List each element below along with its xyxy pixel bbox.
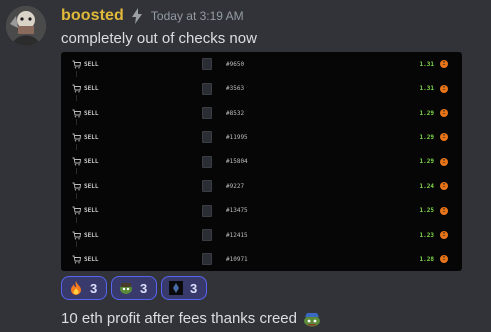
- sale-action: SELL: [84, 182, 99, 190]
- sale-row: SELL #11995 1.29 Ξ: [61, 125, 462, 150]
- sale-price: 1.29: [419, 158, 434, 166]
- chat-message: boosted Today at 3:19 AM completely out …: [0, 0, 491, 332]
- token-id: #13475: [226, 207, 248, 215]
- message-text: completely out of checks now: [61, 30, 257, 47]
- reaction-fire[interactable]: 3: [61, 276, 107, 300]
- pepe-custom-icon: [118, 280, 134, 296]
- nft-thumbnail-icon: [202, 82, 212, 95]
- sale-action: SELL: [84, 231, 99, 239]
- sale-row: SELL #8532 1.29 Ξ: [61, 101, 462, 126]
- sale-price: 1.25: [419, 207, 434, 215]
- nft-custom-icon: [168, 280, 184, 296]
- sale-row: SELL #12415 1.23 Ξ: [61, 223, 462, 248]
- fire-icon: [68, 280, 84, 296]
- eth-coin-icon: Ξ: [440, 182, 448, 191]
- eth-coin-icon: Ξ: [440, 231, 448, 240]
- sale-price: 1.23: [419, 231, 434, 239]
- cart-icon: [72, 84, 82, 93]
- cart-icon: [72, 60, 82, 69]
- cart-icon: [72, 206, 82, 215]
- sale-price: 1.28: [419, 255, 434, 263]
- sale-price: 1.29: [419, 133, 434, 141]
- sale-row: SELL #9650 1.31 Ξ: [61, 52, 462, 77]
- sale-price: 1.31: [419, 60, 434, 68]
- sale-action: SELL: [84, 158, 99, 166]
- message-header: boosted Today at 3:19 AM: [61, 5, 244, 27]
- reaction-count: 3: [190, 280, 198, 296]
- avatar[interactable]: [6, 6, 46, 46]
- token-id: #8532: [226, 109, 245, 117]
- avatar-image-icon: [6, 6, 46, 46]
- sale-action: SELL: [84, 109, 99, 117]
- message-text-content: 10 eth profit after fees thanks creed: [61, 310, 297, 327]
- token-id: #12415: [226, 231, 248, 239]
- sale-price: 1.31: [419, 85, 434, 93]
- username[interactable]: boosted: [61, 7, 124, 25]
- sale-row: SELL #10971 1.28 Ξ: [61, 247, 462, 271]
- cart-icon: [72, 157, 82, 166]
- token-id: #15804: [226, 158, 248, 166]
- reaction-count: 3: [140, 280, 148, 296]
- eth-coin-icon: Ξ: [440, 84, 448, 93]
- sale-price: 1.29: [419, 109, 434, 117]
- eth-coin-icon: Ξ: [440, 157, 448, 166]
- sale-row: SELL #9227 1.24 Ξ: [61, 174, 462, 199]
- token-id: #9650: [226, 60, 245, 68]
- pepe-custom-icon: [302, 311, 322, 327]
- sale-action: SELL: [84, 85, 99, 93]
- reaction-nft[interactable]: 3: [161, 276, 207, 300]
- lightning-badge-icon[interactable]: [131, 8, 143, 24]
- nft-thumbnail-icon: [202, 204, 212, 217]
- nft-thumbnail-icon: [202, 180, 212, 193]
- nft-thumbnail-icon: [202, 253, 212, 266]
- sale-price: 1.24: [419, 182, 434, 190]
- sale-action: SELL: [84, 255, 99, 263]
- reaction-pepe[interactable]: 3: [111, 276, 157, 300]
- eth-coin-icon: Ξ: [440, 206, 448, 215]
- cart-icon: [72, 255, 82, 264]
- nft-thumbnail-icon: [202, 229, 212, 242]
- sale-action: SELL: [84, 133, 99, 141]
- cart-icon: [72, 182, 82, 191]
- sale-action: SELL: [84, 60, 99, 68]
- nft-thumbnail-icon: [202, 58, 212, 71]
- nft-thumbnail-icon: [202, 131, 212, 144]
- token-id: #11995: [226, 133, 248, 141]
- eth-coin-icon: Ξ: [440, 133, 448, 142]
- sale-row: SELL #15804 1.29 Ξ: [61, 150, 462, 175]
- token-id: #10971: [226, 255, 248, 263]
- token-id: #3563: [226, 85, 245, 93]
- sale-row: SELL #13475 1.25 Ξ: [61, 198, 462, 223]
- message-text: 10 eth profit after fees thanks creed: [61, 310, 322, 327]
- eth-coin-icon: Ξ: [440, 60, 448, 69]
- embedded-image[interactable]: SELL #9650 1.31 Ξ SELL #3563 1.31 Ξ SELL #8532 1.2…: [61, 52, 462, 271]
- nft-thumbnail-icon: [202, 155, 212, 168]
- sale-action: SELL: [84, 207, 99, 215]
- eth-coin-icon: Ξ: [440, 255, 448, 264]
- eth-coin-icon: Ξ: [440, 109, 448, 118]
- token-id: #9227: [226, 182, 245, 190]
- reaction-count: 3: [90, 280, 98, 296]
- timestamp: Today at 3:19 AM: [150, 9, 244, 23]
- reactions-bar: 3 3 3: [61, 276, 207, 300]
- nft-thumbnail-icon: [202, 107, 212, 120]
- cart-icon: [72, 231, 82, 240]
- sale-row: SELL #3563 1.31 Ξ: [61, 76, 462, 101]
- cart-icon: [72, 109, 82, 118]
- cart-icon: [72, 133, 82, 142]
